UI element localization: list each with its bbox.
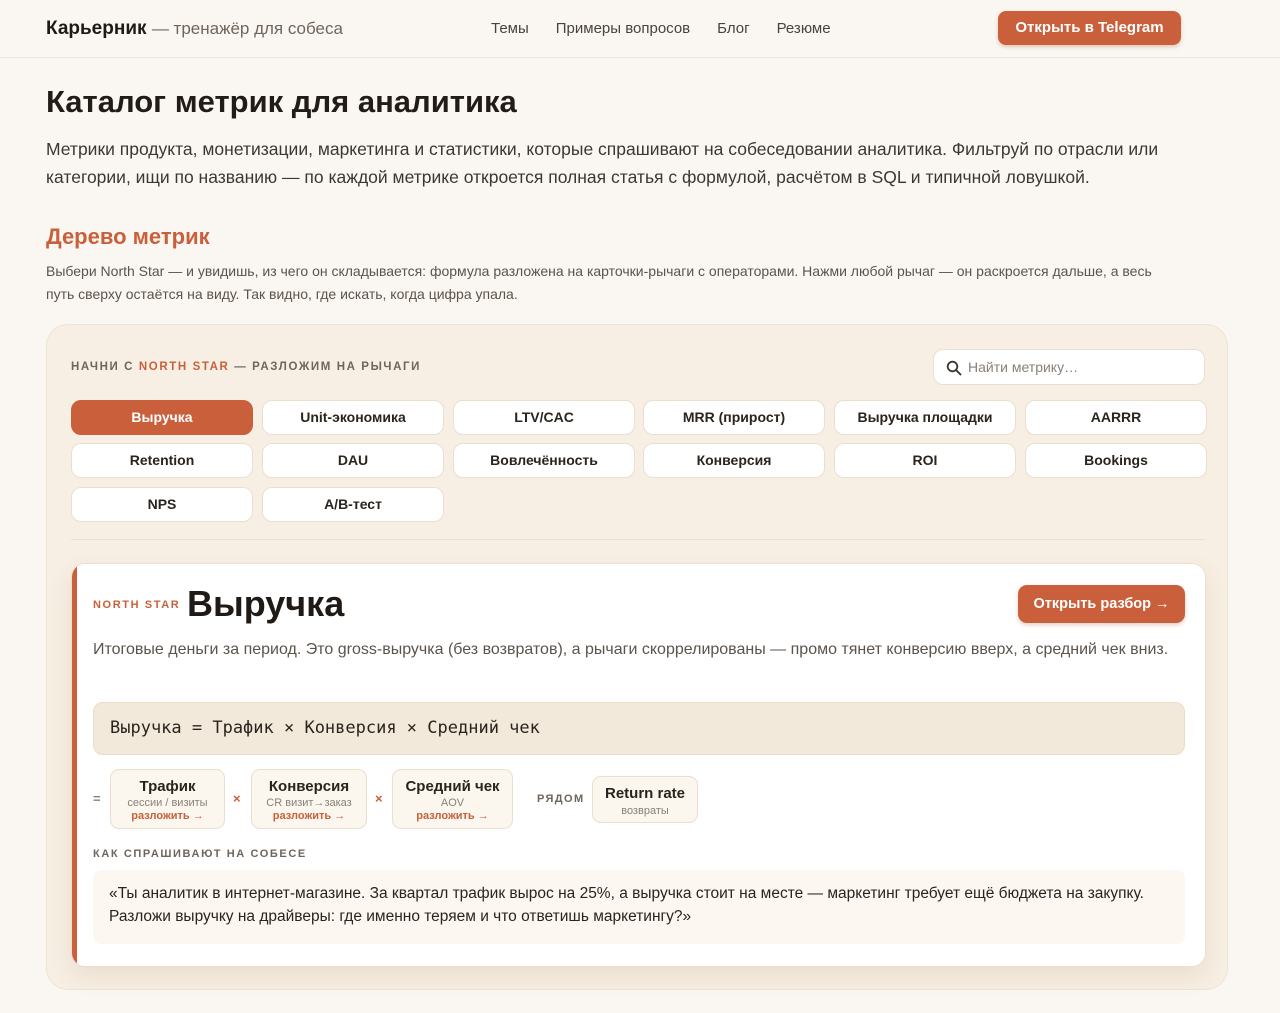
search-icon — [946, 360, 962, 376]
chip-engagement[interactable]: Вовлечённость — [453, 443, 635, 478]
card-accent-stripe — [72, 564, 77, 966]
metric-title: Выручка — [187, 583, 345, 624]
interview-question-label: КАК СПРАШИВАЮТ НА СОБЕСЕ — [93, 848, 307, 860]
lever-name: Средний чек — [405, 778, 500, 795]
equals-operator: = — [93, 791, 101, 806]
main-nav: Темы Примеры вопросов Блог Резюме — [491, 20, 831, 37]
open-telegram-button[interactable]: Открыть в Telegram — [998, 11, 1181, 45]
metric-search-input[interactable] — [968, 350, 1198, 384]
chip-aarrr[interactable]: AARRR — [1025, 400, 1207, 435]
lever-row: = Трафик сессии / визиты разложить → × К… — [93, 769, 993, 831]
eyebrow-suffix: — РАЗЛОЖИМ НА РЫЧАГИ — [234, 361, 421, 373]
north-star-label: NORTH STAR — [93, 599, 181, 611]
lever-return-rate[interactable]: Return rate возвраты — [592, 776, 698, 823]
times-operator: × — [375, 791, 383, 806]
page-title: Каталог метрик для аналитика — [46, 84, 517, 119]
lever-expand-link[interactable]: разложить → — [111, 810, 224, 822]
metric-tree-panel: НАЧНИ С NORTH STAR — РАЗЛОЖИМ НА РЫЧАГИ … — [46, 324, 1228, 990]
brand-name: Карьерник — [46, 18, 147, 39]
lever-subtitle: AOV — [440, 797, 465, 809]
times-operator: × — [233, 791, 241, 806]
chip-dau[interactable]: DAU — [262, 443, 444, 478]
panel-divider — [71, 539, 1205, 540]
lever-name: Конверсия — [268, 778, 350, 795]
top-bar: Карьерник — тренажёр для собеса Темы При… — [0, 0, 1280, 58]
lever-conversion[interactable]: Конверсия CR визит→заказ разложить → — [251, 769, 367, 829]
lever-subtitle: возвраты — [621, 805, 669, 817]
beside-label: РЯДОМ — [537, 793, 585, 805]
page-lead: Метрики продукта, монетизации, маркетинг… — [46, 139, 1159, 187]
eyebrow-accent: NORTH STAR — [138, 361, 230, 373]
chip-roi[interactable]: ROI — [834, 443, 1016, 478]
chip-marketplace-revenue[interactable]: Выручка площадки — [834, 400, 1016, 435]
nav-link-topics[interactable]: Темы — [491, 20, 529, 37]
chip-unit-economics[interactable]: Unit-экономика — [262, 400, 444, 435]
lever-average-check[interactable]: Средний чек AOV разложить → — [392, 769, 513, 829]
interview-question-quote: «Ты аналитик в интернет-магазине. За ква… — [93, 870, 1185, 944]
panel-eyebrow: НАЧНИ С NORTH STAR — РАЗЛОЖИМ НА РЫЧАГИ — [71, 361, 421, 373]
lever-subtitle: сессии / визиты — [127, 797, 208, 809]
lever-subtitle: CR визит→заказ — [266, 797, 352, 809]
lever-expand-link[interactable]: разложить → — [393, 810, 512, 822]
tree-section-lead: Выбери North Star — и увидишь, из чего о… — [46, 263, 1152, 302]
metric-search[interactable] — [933, 349, 1205, 385]
nav-link-examples[interactable]: Примеры вопросов — [556, 20, 690, 37]
chip-nps[interactable]: NPS — [71, 487, 253, 522]
brand[interactable]: Карьерник — тренажёр для собеса — [46, 18, 343, 40]
chip-mrr[interactable]: MRR (прирост) — [643, 400, 825, 435]
chip-conversion[interactable]: Конверсия — [643, 443, 825, 478]
chip-bookings[interactable]: Bookings — [1025, 443, 1207, 478]
metric-description: Итоговые деньги за период. Это gross-выр… — [93, 641, 1169, 658]
lever-name: Return rate — [604, 785, 686, 802]
lever-name: Трафик — [139, 778, 196, 795]
lever-expand-link[interactable]: разложить → — [252, 810, 366, 822]
chip-retention[interactable]: Retention — [71, 443, 253, 478]
metric-formula: Выручка = Трафик × Конверсия × Средний ч… — [93, 702, 1185, 755]
open-breakdown-button[interactable]: Открыть разбор → — [1018, 585, 1185, 623]
chip-ltv-cac[interactable]: LTV/CAC — [453, 400, 635, 435]
chip-ab-test[interactable]: A/B-тест — [262, 487, 444, 522]
tree-section-title: Дерево метрик — [46, 224, 210, 249]
eyebrow-prefix: НАЧНИ С — [71, 361, 135, 373]
nav-link-resume[interactable]: Резюме — [777, 20, 831, 37]
metric-card: NORTH STAR Выручка Открыть разбор → Итог… — [71, 563, 1206, 967]
nav-link-blog[interactable]: Блог — [717, 20, 749, 37]
chip-revenue[interactable]: Выручка — [71, 400, 253, 435]
lever-traffic[interactable]: Трафик сессии / визиты разложить → — [110, 769, 225, 829]
brand-tagline: — тренажёр для собеса — [151, 19, 343, 38]
